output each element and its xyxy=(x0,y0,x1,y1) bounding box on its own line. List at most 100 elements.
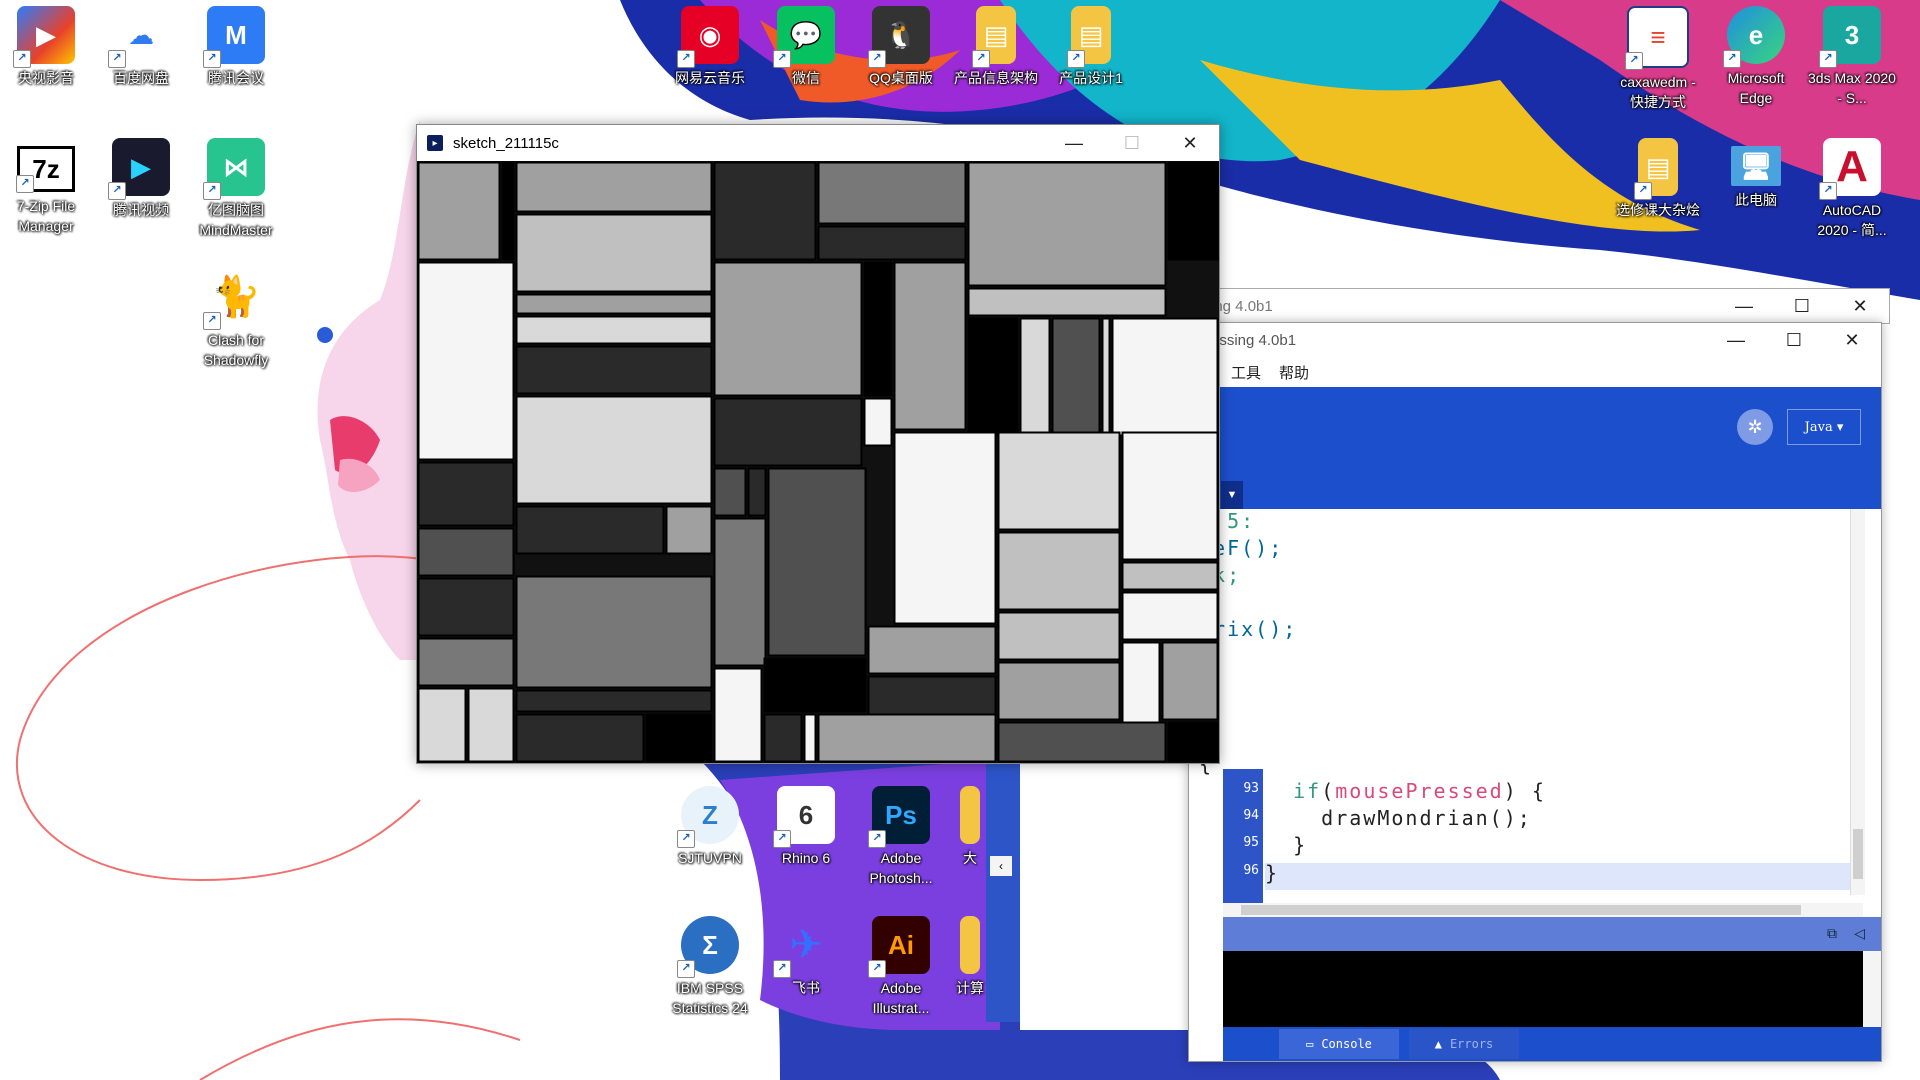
desktop-icon-3dsmax[interactable]: 3 ↗ 3ds Max 2020 - S... xyxy=(1806,0,1898,108)
mondrian-block xyxy=(997,661,1121,721)
desktop-icon-label: 7-Zip File Manager xyxy=(16,198,76,234)
minimize-button[interactable]: — xyxy=(1715,288,1773,324)
rhino-icon: 6 ↗ xyxy=(773,786,835,848)
this-pc-icon: 🖥 xyxy=(1731,146,1781,186)
desktop-icon-caxa[interactable]: ≡ ↗ caxawedm - 快捷方式 xyxy=(1612,0,1704,112)
code-line: if(mousePressed) { xyxy=(1293,779,1546,803)
mondrian-block xyxy=(713,517,767,667)
desktop-icon-tencent-video[interactable]: ▶ ↗ 腾讯视频 xyxy=(95,132,187,220)
desktop-icon-this-pc[interactable]: 🖥 此电脑 xyxy=(1710,132,1802,210)
desktop-icon-folder-design[interactable]: ▤ ↗ 产品设计1 xyxy=(1045,0,1137,88)
mondrian-block xyxy=(515,315,713,345)
desktop-icon-7zip[interactable]: 7z ↗ 7-Zip File Manager xyxy=(0,132,92,236)
tab-console[interactable]: ▭ Console xyxy=(1279,1029,1399,1059)
mondrian-canvas[interactable] xyxy=(417,161,1219,763)
desktop-icon-illustrator[interactable]: Ai ↗ Adobe Illustrat... xyxy=(855,910,947,1018)
desktop-icon-photoshop[interactable]: Ps ↗ Adobe Photosh... xyxy=(855,780,947,888)
shortcut-arrow-icon: ↗ xyxy=(108,50,126,68)
desktop-icon-sjtuvpn[interactable]: Z ↗ SJTUVPN xyxy=(664,780,756,868)
desktop-icon-clash[interactable]: 🐈 ↗ Clash for Shadowfly xyxy=(190,262,282,370)
mondrian-block xyxy=(515,689,713,713)
mondrian-block xyxy=(817,225,967,261)
ide-titlebar[interactable]: essing 4.0b1 — ☐ ✕ xyxy=(1189,323,1881,357)
minimize-button[interactable]: — xyxy=(1707,322,1765,358)
folder-icon xyxy=(960,916,980,974)
mondrian-block xyxy=(1167,721,1219,763)
desktop-icon-label: 产品信息架构 xyxy=(954,70,1038,86)
menu-help[interactable]: 帮助 xyxy=(1279,362,1309,383)
line-number: 95 xyxy=(1243,835,1259,850)
scroll-left-button[interactable]: ‹ xyxy=(990,856,1012,876)
shortcut-arrow-icon: ↗ xyxy=(868,50,886,68)
desktop-icon-netease-music[interactable]: ◉ ↗ 网易云音乐 xyxy=(664,0,756,88)
desktop-icon-label: Adobe Photosh... xyxy=(869,850,933,886)
maximize-button[interactable]: ☐ xyxy=(1765,322,1823,358)
maximize-button[interactable]: ☐ xyxy=(1773,288,1831,324)
desktop-icon-wechat[interactable]: 💬 ↗ 微信 xyxy=(760,0,852,88)
desktop-icon-folder-da[interactable]: 大 xyxy=(950,780,990,868)
tencent-video-icon: ▶ ↗ xyxy=(108,138,170,200)
close-button[interactable]: ✕ xyxy=(1823,322,1881,358)
desktop-icon-label: SJTUVPN xyxy=(678,850,742,866)
console-collapse-icon[interactable]: ◁ xyxy=(1854,925,1865,942)
mondrian-block xyxy=(1121,591,1219,641)
ide-back-title: ing 4.0b1 xyxy=(1211,297,1273,315)
mondrian-block xyxy=(645,713,713,763)
close-button[interactable]: ✕ xyxy=(1831,288,1889,324)
console-scrollbar[interactable] xyxy=(1863,951,1881,1027)
mondrian-block xyxy=(997,611,1121,661)
ide-tabs: ▼ xyxy=(1189,477,1881,509)
ide-side-strip: ‹ xyxy=(986,762,1020,1022)
desktop-icon-mindmaster[interactable]: ⋈ ↗ 亿图脑图 MindMaster xyxy=(190,132,282,240)
desktop-icon-label: 微信 xyxy=(792,70,820,86)
mondrian-block xyxy=(515,345,713,395)
desktop-icon-tencent-meeting[interactable]: M ↗ 腾讯会议 xyxy=(190,0,282,88)
desktop-icon-edge[interactable]: e ↗ Microsoft Edge xyxy=(1710,0,1802,108)
desktop-icon-folder-arch[interactable]: ▤ ↗ 产品信息架构 xyxy=(950,0,1042,88)
tab-menu-button[interactable]: ▼ xyxy=(1221,481,1243,509)
desktop-icon-qq[interactable]: 🐧 ↗ QQ桌面版 xyxy=(855,0,947,88)
7zip-icon: 7z ↗ xyxy=(16,146,75,193)
desktop-icon-rhino[interactable]: 6 ↗ Rhino 6 xyxy=(760,780,852,868)
warning-icon: ▲ xyxy=(1434,1037,1442,1051)
caxa-icon: ≡ ↗ xyxy=(1625,6,1689,70)
editor-vertical-scrollbar[interactable] xyxy=(1850,509,1865,895)
menu-tools[interactable]: 工具 xyxy=(1231,362,1261,383)
desktop-icon-folder-calc[interactable]: 计算 xyxy=(950,910,990,998)
mondrian-block xyxy=(515,293,713,315)
console-copy-icon[interactable]: ⧉ xyxy=(1827,925,1837,942)
sketch-window: ▸ sketch_211115c — ☐ ✕ xyxy=(416,124,1220,764)
desktop-icon-folder-electives[interactable]: ▤ ↗ 选修课大杂烩 xyxy=(1612,132,1704,220)
desktop-icon-baidu-netdisk[interactable]: ☁ ↗ 百度网盘 xyxy=(95,0,187,88)
shortcut-arrow-icon: ↗ xyxy=(1819,182,1837,200)
close-button[interactable]: ✕ xyxy=(1161,125,1219,161)
desktop-icon-autocad[interactable]: A ↗ AutoCAD 2020 - 简... xyxy=(1806,132,1898,240)
scrollbar-thumb[interactable] xyxy=(1241,905,1801,915)
tab-errors[interactable]: ▲ Errors xyxy=(1409,1029,1519,1059)
mondrian-block xyxy=(817,161,967,225)
mondrian-block xyxy=(515,395,713,505)
editor-horizontal-scrollbar[interactable] xyxy=(1223,903,1863,917)
code-editor[interactable]: e 5: peF(); ak; trix(); { 93 94 95 96 if… xyxy=(1189,509,1881,917)
desktop-icon-label: QQ桌面版 xyxy=(869,70,933,86)
mondrian-block xyxy=(863,261,893,397)
shortcut-arrow-icon: ↗ xyxy=(108,182,126,200)
desktop-icon-feishu[interactable]: ✈ ↗ 飞书 xyxy=(760,910,852,998)
folder-icon: ▤ ↗ xyxy=(972,6,1016,68)
scrollbar-thumb[interactable] xyxy=(1853,829,1863,879)
ide-window-back-titlebar[interactable]: ing 4.0b1 — ☐ ✕ xyxy=(1188,288,1890,324)
desktop-icon-cctv[interactable]: ▶ ↗ 央视影音 xyxy=(0,0,92,88)
mondrian-block xyxy=(1019,317,1051,437)
sketch-titlebar[interactable]: ▸ sketch_211115c — ☐ ✕ xyxy=(417,125,1219,161)
minimize-button[interactable]: — xyxy=(1045,125,1103,161)
maximize-button[interactable]: ☐ xyxy=(1103,125,1161,161)
mondrian-block xyxy=(867,675,997,721)
debugger-icon[interactable]: ✲ xyxy=(1737,409,1773,445)
desktop-icon-label: IBM SPSS Statistics 24 xyxy=(672,980,748,1016)
desktop-icon-label: Adobe Illustrat... xyxy=(872,980,930,1016)
folder-icon: ▤ ↗ xyxy=(1067,6,1111,68)
mode-selector[interactable]: Java ▾ xyxy=(1787,409,1861,445)
illustrator-icon: Ai ↗ xyxy=(868,916,930,978)
ide-toolbar: ✲ Java ▾ xyxy=(1189,387,1881,477)
desktop-icon-spss[interactable]: Σ ↗ IBM SPSS Statistics 24 xyxy=(664,910,756,1018)
